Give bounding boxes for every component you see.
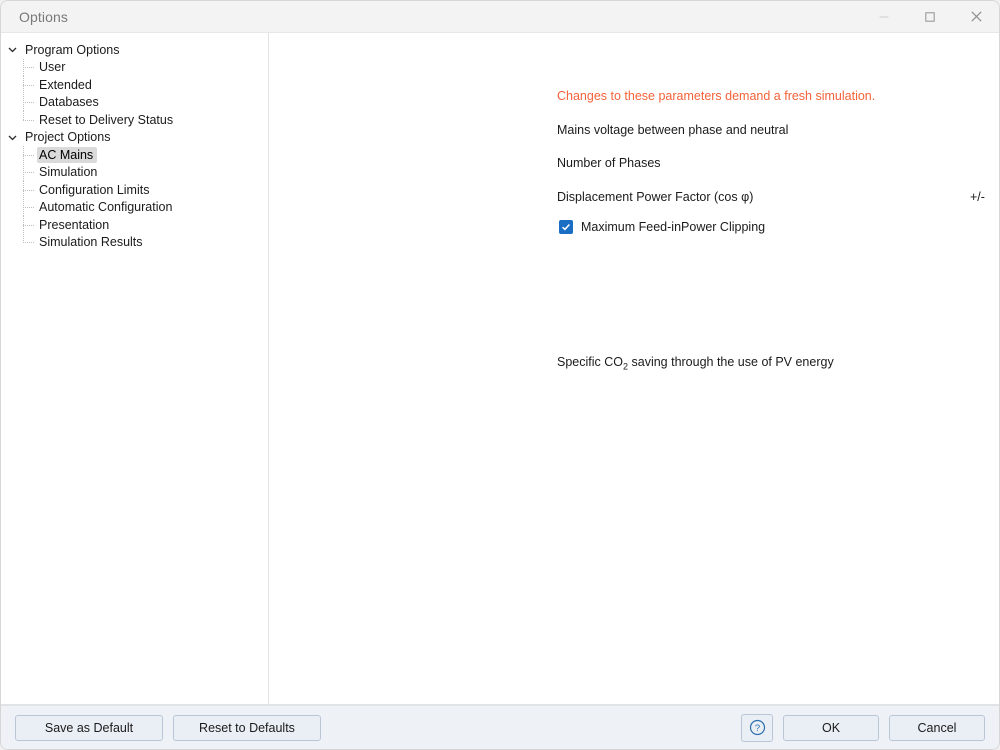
dialog-body: Program Options User Extended Databases … [1,33,999,705]
maximize-icon [925,11,935,22]
reset-to-defaults-button[interactable]: Reset to Defaults [173,714,321,741]
tree-item-program-options[interactable]: Program Options [1,41,268,59]
tree-item-label: Configuration Limits [39,182,150,197]
tree-guide [23,93,37,112]
tree-item-label: Simulation Results [39,235,143,250]
tree-guide [23,58,37,77]
tree-item-label: Automatic Configuration [39,200,173,215]
minimize-icon [879,15,889,18]
tree-guide [23,216,37,234]
ok-button[interactable]: OK [783,714,879,741]
help-button[interactable]: ? [741,713,773,742]
tree-item-user[interactable]: User [1,58,268,77]
tree-item-label: Simulation [39,165,98,180]
clipping-checkbox-row[interactable]: Maximum Feed-inPower Clipping [559,220,765,234]
close-button[interactable] [953,1,999,32]
tree-item-project-options[interactable]: Project Options [1,129,268,147]
tree-item-databases[interactable]: Databases [1,93,268,112]
tree-guide [23,111,37,129]
tree-item-reset-to-delivery-status[interactable]: Reset to Delivery Status [1,111,268,129]
tree-item-label: Presentation [39,217,110,232]
co2-label-post: saving through the use of PV energy [628,355,834,369]
help-icon: ? [749,719,765,736]
cancel-button[interactable]: Cancel [889,714,985,741]
tree-item-ac-mains[interactable]: AC Mains [1,146,268,164]
maximize-button[interactable] [907,1,953,32]
clipping-checkbox-label: Maximum Feed-inPower Clipping [581,220,766,234]
settings-panel: Changes to these parameters demand a fre… [269,33,999,704]
number-of-phases-label: Number of Phases [557,156,661,170]
tree-item-simulation-results[interactable]: Simulation Results [1,233,268,252]
tree-item-label: Reset to Delivery Status [39,112,174,127]
chevron-down-icon[interactable] [1,132,23,143]
tree-item-presentation[interactable]: Presentation [1,216,268,234]
window-controls [861,1,999,32]
power-factor-label: Displacement Power Factor (cos φ) [557,190,754,204]
title-bar: Options [1,1,999,33]
tree-item-label: Databases [39,95,99,110]
tree-guide [23,76,37,94]
save-as-default-button[interactable]: Save as Default [15,714,163,741]
minimize-button[interactable] [861,1,907,32]
tree-guide [23,146,37,164]
close-icon [970,11,982,22]
tree-item-label: User [39,60,66,75]
chevron-down-icon[interactable] [1,44,23,55]
svg-text:?: ? [754,723,759,734]
checkbox-checked-icon[interactable] [559,220,573,234]
tree-guide [23,163,37,182]
dialog-footer: Save as Default Reset to Defaults ? OK C… [1,705,999,749]
co2-saving-label: Specific CO2 saving through the use of P… [557,355,834,372]
tree-item-simulation[interactable]: Simulation [1,163,268,182]
options-tree: Program Options User Extended Databases … [1,33,269,704]
co2-label-pre: Specific CO [557,355,623,369]
tree-item-automatic-configuration[interactable]: Automatic Configuration [1,198,268,217]
tree-item-label: Project Options [25,130,111,145]
tree-guide [23,233,37,252]
tree-item-configuration-limits[interactable]: Configuration Limits [1,181,268,199]
options-dialog: Options Program Options User Extended Da… [0,0,1000,750]
tree-item-label: AC Mains [37,146,98,163]
tree-guide [23,198,37,217]
tree-item-extended[interactable]: Extended [1,76,268,94]
tree-guide [23,181,37,199]
window-title: Options [19,8,68,25]
power-factor-prefix: +/- [970,190,985,204]
tree-item-label: Extended [39,77,92,92]
mains-voltage-label: Mains voltage between phase and neutral [557,123,789,137]
tree-item-label: Program Options [25,42,120,57]
simulation-warning-text: Changes to these parameters demand a fre… [557,89,876,103]
